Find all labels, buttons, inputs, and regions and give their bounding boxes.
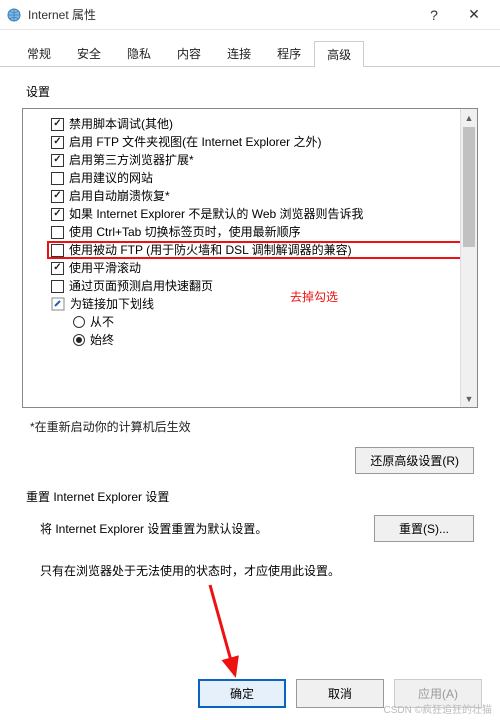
- settings-item-3[interactable]: 启用建议的网站: [51, 169, 473, 187]
- scroll-up-arrow[interactable]: ▲: [461, 109, 477, 126]
- tab-panel-advanced: 设置 禁用脚本调试(其他)启用 FTP 文件夹视图(在 Internet Exp…: [0, 67, 500, 589]
- checkbox-icon[interactable]: [51, 172, 64, 185]
- checkbox-icon[interactable]: [51, 280, 64, 293]
- scrollbar-vertical[interactable]: ▲ ▼: [460, 109, 477, 407]
- settings-item-label: 如果 Internet Explorer 不是默认的 Web 浏览器则告诉我: [69, 205, 364, 223]
- settings-item-4[interactable]: 启用自动崩溃恢复*: [51, 187, 473, 205]
- ok-button[interactable]: 确定: [198, 679, 286, 708]
- settings-item-label: 通过页面预测启用快速翻页: [69, 277, 213, 295]
- restore-defaults-button[interactable]: 还原高级设置(R): [355, 447, 474, 474]
- checkbox-icon[interactable]: [51, 208, 64, 221]
- checkbox-icon[interactable]: [51, 226, 64, 239]
- settings-listbox[interactable]: 禁用脚本调试(其他)启用 FTP 文件夹视图(在 Internet Explor…: [22, 108, 478, 408]
- tab-general[interactable]: 常规: [14, 40, 64, 66]
- settings-item-10: 为链接加下划线: [51, 295, 473, 313]
- settings-item-label: 为链接加下划线: [70, 295, 154, 313]
- reset-note: 只有在浏览器处于无法使用的状态时，才应使用此设置。: [22, 542, 478, 579]
- settings-item-label: 启用自动崩溃恢复*: [69, 187, 170, 205]
- reset-description: 将 Internet Explorer 设置重置为默认设置。: [40, 520, 267, 537]
- settings-item-0[interactable]: 禁用脚本调试(其他): [51, 115, 473, 133]
- internet-options-icon: [6, 7, 22, 23]
- restart-footnote: *在重新启动你的计算机后生效: [30, 418, 478, 435]
- checkbox-icon[interactable]: [51, 118, 64, 131]
- radio-icon[interactable]: [73, 334, 85, 346]
- cancel-button[interactable]: 取消: [296, 679, 384, 708]
- tab-content[interactable]: 内容: [164, 40, 214, 66]
- checkbox-icon[interactable]: [51, 190, 64, 203]
- reset-button[interactable]: 重置(S)...: [374, 515, 474, 542]
- settings-item-5[interactable]: 如果 Internet Explorer 不是默认的 Web 浏览器则告诉我: [51, 205, 473, 223]
- tab-advanced[interactable]: 高级: [314, 41, 364, 67]
- settings-item-label: 使用平滑滚动: [69, 259, 141, 277]
- tab-connections[interactable]: 连接: [214, 40, 264, 66]
- window-title: Internet 属性: [28, 6, 414, 23]
- settings-item-6[interactable]: 使用 Ctrl+Tab 切换标签页时，使用最新顺序: [51, 223, 473, 241]
- tab-security[interactable]: 安全: [64, 40, 114, 66]
- settings-item-label: 启用建议的网站: [69, 169, 153, 187]
- settings-item-label: 使用 Ctrl+Tab 切换标签页时，使用最新顺序: [69, 223, 301, 241]
- scroll-down-arrow[interactable]: ▼: [461, 390, 477, 407]
- tab-privacy[interactable]: 隐私: [114, 40, 164, 66]
- settings-item-label: 启用 FTP 文件夹视图(在 Internet Explorer 之外): [69, 133, 322, 151]
- checkbox-icon[interactable]: [51, 154, 64, 167]
- settings-item-label: 使用被动 FTP (用于防火墙和 DSL 调制解调器的兼容): [69, 241, 352, 259]
- checkbox-icon[interactable]: [51, 244, 64, 257]
- close-button[interactable]: ✕: [454, 0, 494, 30]
- settings-item-label: 启用第三方浏览器扩展*: [69, 151, 194, 169]
- tab-programs[interactable]: 程序: [264, 40, 314, 66]
- checkbox-icon[interactable]: [51, 136, 64, 149]
- link-icon: [51, 297, 65, 311]
- settings-item-label: 禁用脚本调试(其他): [69, 115, 173, 133]
- titlebar: Internet 属性 ? ✕: [0, 0, 500, 30]
- settings-item-label: 从不: [90, 313, 114, 331]
- settings-item-9[interactable]: 通过页面预测启用快速翻页: [51, 277, 473, 295]
- settings-item-2[interactable]: 启用第三方浏览器扩展*: [51, 151, 473, 169]
- watermark: CSDN ©疯狂追狂的壮猫: [384, 701, 492, 716]
- scrollbar-thumb[interactable]: [463, 127, 475, 247]
- settings-item-label: 始终: [90, 331, 114, 349]
- settings-item-11[interactable]: 从不: [51, 313, 473, 331]
- radio-icon[interactable]: [73, 316, 85, 328]
- help-button[interactable]: ?: [414, 0, 454, 30]
- checkbox-icon[interactable]: [51, 262, 64, 275]
- settings-item-7[interactable]: 使用被动 FTP (用于防火墙和 DSL 调制解调器的兼容): [47, 241, 473, 259]
- annotation-arrow: [200, 580, 280, 690]
- tab-strip: 常规 安全 隐私 内容 连接 程序 高级: [0, 30, 500, 67]
- annotation-text: 去掉勾选: [290, 288, 338, 305]
- settings-label: 设置: [22, 83, 478, 100]
- settings-item-8[interactable]: 使用平滑滚动: [51, 259, 473, 277]
- reset-section-label: 重置 Internet Explorer 设置: [26, 488, 478, 505]
- settings-item-1[interactable]: 启用 FTP 文件夹视图(在 Internet Explorer 之外): [51, 133, 473, 151]
- settings-item-12[interactable]: 始终: [51, 331, 473, 349]
